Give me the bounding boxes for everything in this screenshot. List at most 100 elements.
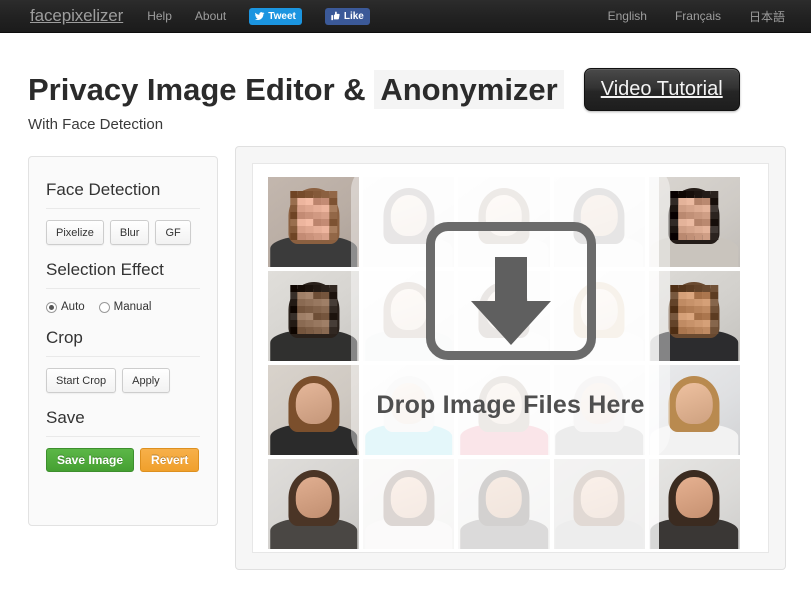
- nav-item-help[interactable]: Help: [147, 9, 172, 23]
- pixel-block: [686, 327, 695, 334]
- pixel-block: [686, 313, 695, 321]
- pixel-block: [670, 306, 679, 314]
- blur-button[interactable]: Blur: [109, 220, 150, 245]
- pixel-block: [670, 285, 679, 293]
- pixel-block: [321, 191, 330, 199]
- pixel-block: [329, 285, 338, 293]
- pixel-block: [329, 205, 338, 213]
- pixel-block: [686, 306, 695, 314]
- pixel-block: [289, 313, 298, 321]
- video-tutorial-button[interactable]: Video Tutorial: [583, 68, 740, 112]
- pixel-block: [321, 219, 330, 227]
- pixel-block: [678, 299, 687, 307]
- pixel-block: [313, 219, 322, 227]
- pixel-block: [686, 198, 695, 206]
- pixel-block: [297, 292, 306, 300]
- radio-manual[interactable]: Manual: [98, 301, 152, 313]
- pixel-block: [305, 292, 314, 300]
- pixel-block: [702, 320, 711, 328]
- divider: [46, 356, 200, 357]
- pixel-block: [670, 299, 679, 307]
- pixel-block: [313, 320, 322, 328]
- pixel-block: [678, 233, 687, 240]
- radio-auto-dot[interactable]: [46, 301, 57, 313]
- radio-manual-dot[interactable]: [98, 301, 110, 313]
- pixel-block: [670, 219, 679, 227]
- dropzone-canvas[interactable]: Drop Image Files Here: [252, 163, 769, 553]
- gf-button[interactable]: GF: [155, 220, 191, 245]
- pixel-block: [305, 205, 314, 213]
- lang-francais[interactable]: Français: [675, 9, 721, 23]
- start-crop-button[interactable]: Start Crop: [46, 368, 117, 393]
- pixel-block: [678, 212, 687, 220]
- pixel-block: [670, 205, 679, 213]
- pixel-block: [289, 285, 298, 293]
- photo-face: [390, 289, 428, 331]
- pixel-block: [289, 219, 298, 227]
- pixel-block: [305, 327, 314, 334]
- pixel-block: [329, 306, 338, 314]
- pixel-block: [289, 233, 298, 240]
- pixel-block: [694, 226, 703, 234]
- apply-crop-button[interactable]: Apply: [122, 368, 170, 393]
- pixel-block: [694, 233, 703, 240]
- tweet-button-label: Tweet: [268, 10, 296, 22]
- pixel-block: [710, 233, 719, 240]
- radio-manual-label: Manual: [113, 301, 152, 313]
- download-arrow-glyph: [470, 257, 551, 345]
- pixel-block: [710, 212, 719, 220]
- facebook-thumb-icon: [331, 11, 340, 21]
- pixel-block: [297, 219, 306, 227]
- pixel-block: [686, 285, 695, 293]
- pixel-block: [678, 226, 687, 234]
- nav-item-about[interactable]: About: [195, 9, 226, 23]
- pixel-block: [694, 292, 703, 300]
- pixel-block: [710, 292, 719, 300]
- lang-english[interactable]: English: [608, 9, 647, 23]
- pixel-block: [670, 320, 679, 328]
- pixel-block: [313, 226, 322, 234]
- pixel-block: [686, 205, 695, 213]
- pixel-block: [321, 306, 330, 314]
- pixel-block: [710, 313, 719, 321]
- tweet-button[interactable]: Tweet: [249, 7, 302, 25]
- dropzone-panel[interactable]: Drop Image Files Here: [235, 146, 786, 570]
- pixel-block: [678, 320, 687, 328]
- pixelized-face-overlay: [670, 285, 719, 334]
- pixel-block: [297, 233, 306, 240]
- pixel-block: [289, 191, 298, 199]
- pixel-block: [670, 212, 679, 220]
- brand-logo[interactable]: facepixelizer: [30, 6, 123, 26]
- pixelize-button[interactable]: Pixelize: [46, 220, 104, 245]
- pixel-block: [305, 320, 314, 328]
- pixel-block: [321, 299, 330, 307]
- lang-japanese[interactable]: 日本語: [749, 8, 785, 25]
- pixel-block: [678, 198, 687, 206]
- pixel-block: [686, 233, 695, 240]
- pixel-block: [694, 306, 703, 314]
- pixel-block: [702, 219, 711, 227]
- pixel-block: [313, 299, 322, 307]
- pixel-block: [678, 219, 687, 227]
- pixel-block: [321, 205, 330, 213]
- pixel-block: [702, 212, 711, 220]
- revert-button[interactable]: Revert: [140, 448, 200, 472]
- pixel-block: [686, 226, 695, 234]
- pixel-block: [297, 198, 306, 206]
- pixelized-face-overlay: [289, 285, 338, 334]
- pixel-block: [289, 198, 298, 206]
- pixel-block: [686, 212, 695, 220]
- save-image-button[interactable]: Save Image: [46, 448, 135, 472]
- pixel-block: [329, 226, 338, 234]
- pixel-block: [670, 292, 679, 300]
- page-title-part1: Privacy Image Editor &: [28, 71, 366, 107]
- radio-auto[interactable]: Auto: [46, 301, 85, 313]
- pixel-block: [329, 198, 338, 206]
- selection-effect-options: Auto Manual: [46, 301, 200, 313]
- pixel-block: [694, 205, 703, 213]
- pixel-block: [297, 285, 306, 293]
- pixel-block: [329, 327, 338, 334]
- pixel-block: [305, 299, 314, 307]
- photo-cell: [268, 177, 360, 267]
- like-button[interactable]: Like: [324, 7, 370, 25]
